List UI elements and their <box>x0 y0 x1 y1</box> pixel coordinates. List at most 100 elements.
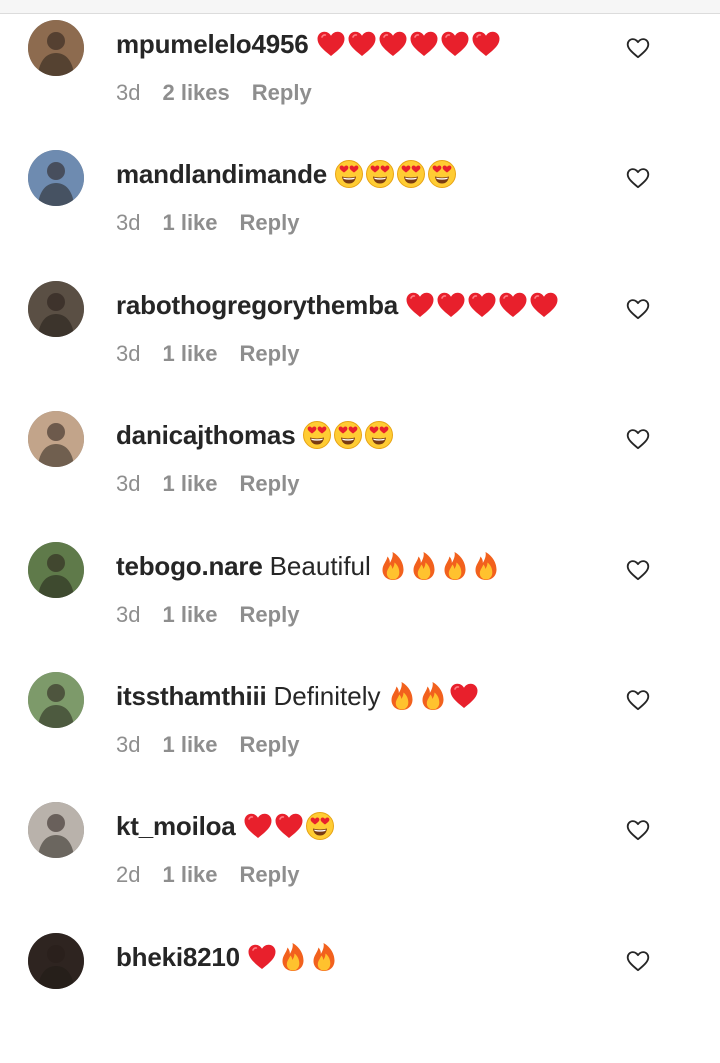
fire-emoji-icon <box>417 680 448 712</box>
like-heart-icon[interactable] <box>625 35 651 61</box>
emoji-group <box>377 550 501 582</box>
comment-line: danicajthomas <box>116 415 394 455</box>
comment-meta: 3d 1 like Reply <box>116 471 299 497</box>
emoji-group <box>242 810 335 842</box>
emoji-group <box>246 941 339 973</box>
emoji-group <box>404 289 559 321</box>
comment-meta: 3d 1 like Reply <box>116 341 299 367</box>
red-heart-emoji-icon <box>346 28 377 60</box>
red-heart-emoji-icon <box>246 941 277 973</box>
emoji-group <box>315 28 501 60</box>
fire-emoji-icon <box>439 550 470 582</box>
avatar[interactable] <box>28 20 84 76</box>
heart-eyes-emoji-icon <box>333 158 364 190</box>
reply-button[interactable]: Reply <box>240 732 300 758</box>
emoji-group <box>333 158 457 190</box>
username-link[interactable]: danicajthomas <box>116 420 296 451</box>
comment-time: 2d <box>116 862 141 887</box>
red-heart-emoji-icon <box>497 289 528 321</box>
comment-meta: 2d 1 like Reply <box>116 862 299 888</box>
comment-text: Definitely <box>273 680 381 711</box>
fire-emoji-icon <box>377 550 408 582</box>
red-heart-emoji-icon <box>435 289 466 321</box>
red-heart-emoji-icon <box>273 810 304 842</box>
like-heart-icon[interactable] <box>625 296 651 322</box>
fire-emoji-icon <box>308 941 339 973</box>
username-link[interactable]: mandlandimande <box>116 159 327 190</box>
likes-count-link[interactable]: 1 like <box>162 862 217 888</box>
reply-button[interactable]: Reply <box>252 80 312 106</box>
likes-count-link[interactable]: 1 like <box>162 602 217 628</box>
heart-eyes-emoji-icon <box>332 419 363 451</box>
comment-meta: 3d 1 like Reply <box>116 210 299 236</box>
likes-count-link[interactable]: 2 likes <box>162 80 229 106</box>
comment-meta: 3d 1 like Reply <box>116 602 299 628</box>
red-heart-emoji-icon <box>470 28 501 60</box>
comment-line: mpumelelo4956 <box>116 24 501 64</box>
heart-eyes-emoji-icon <box>364 158 395 190</box>
reply-button[interactable]: Reply <box>240 341 300 367</box>
like-heart-icon[interactable] <box>625 817 651 843</box>
comment-line: kt_moiloa <box>116 806 335 846</box>
likes-count-link[interactable]: 1 like <box>162 341 217 367</box>
avatar[interactable] <box>28 542 84 598</box>
comment-item: itssthamthiii Definitely 3d 1 like Reply <box>0 672 720 802</box>
username-link[interactable]: tebogo.nare <box>116 551 263 582</box>
username-link[interactable]: itssthamthiii <box>116 681 267 712</box>
likes-count-link[interactable]: 1 like <box>162 732 217 758</box>
avatar[interactable] <box>28 672 84 728</box>
emoji-group <box>386 680 479 712</box>
comment-meta: 3d 2 likes Reply <box>116 80 312 106</box>
comment-item: mpumelelo4956 3d 2 likes Reply <box>0 20 720 150</box>
red-heart-emoji-icon <box>315 28 346 60</box>
like-heart-icon[interactable] <box>625 557 651 583</box>
fire-emoji-icon <box>277 941 308 973</box>
heart-eyes-emoji-icon <box>301 419 332 451</box>
comment-time: 3d <box>116 471 141 496</box>
like-heart-icon[interactable] <box>625 426 651 452</box>
comment-time: 3d <box>116 732 141 757</box>
red-heart-emoji-icon <box>466 289 497 321</box>
comment-time: 3d <box>116 80 141 105</box>
comment-time: 3d <box>116 602 141 627</box>
heart-eyes-emoji-icon <box>304 810 335 842</box>
red-heart-emoji-icon <box>408 28 439 60</box>
red-heart-emoji-icon <box>242 810 273 842</box>
comment-line: itssthamthiii Definitely <box>116 676 479 716</box>
emoji-group <box>301 419 394 451</box>
reply-button[interactable]: Reply <box>240 862 300 888</box>
comment-item: tebogo.nare Beautiful 3d 1 like Reply <box>0 542 720 672</box>
reply-button[interactable]: Reply <box>240 471 300 497</box>
comment-item: mandlandimande 3d 1 like Reply <box>0 150 720 280</box>
top-edge-bar <box>0 0 720 14</box>
username-link[interactable]: mpumelelo4956 <box>116 29 309 60</box>
comment-line: bheki8210 <box>116 937 339 977</box>
avatar[interactable] <box>28 281 84 337</box>
red-heart-emoji-icon <box>377 28 408 60</box>
comment-item: bheki8210 <box>0 933 720 1063</box>
avatar[interactable] <box>28 933 84 989</box>
likes-count-link[interactable]: 1 like <box>162 210 217 236</box>
username-link[interactable]: bheki8210 <box>116 942 240 973</box>
comment-line: mandlandimande <box>116 154 457 194</box>
red-heart-emoji-icon <box>404 289 435 321</box>
avatar[interactable] <box>28 802 84 858</box>
fire-emoji-icon <box>386 680 417 712</box>
reply-button[interactable]: Reply <box>240 602 300 628</box>
likes-count-link[interactable]: 1 like <box>162 471 217 497</box>
comment-item: kt_moiloa 2d 1 like Reply <box>0 802 720 932</box>
reply-button[interactable]: Reply <box>240 210 300 236</box>
avatar[interactable] <box>28 150 84 206</box>
username-link[interactable]: kt_moiloa <box>116 811 236 842</box>
like-heart-icon[interactable] <box>625 165 651 191</box>
like-heart-icon[interactable] <box>625 687 651 713</box>
comment-meta: 3d 1 like Reply <box>116 732 299 758</box>
comment-line: rabothogregorythemba <box>116 285 559 325</box>
heart-eyes-emoji-icon <box>426 158 457 190</box>
like-heart-icon[interactable] <box>625 948 651 974</box>
username-link[interactable]: rabothogregorythemba <box>116 290 398 321</box>
comment-time: 3d <box>116 210 141 235</box>
comment-item: rabothogregorythemba 3d 1 like Reply <box>0 281 720 411</box>
avatar[interactable] <box>28 411 84 467</box>
red-heart-emoji-icon <box>448 680 479 712</box>
